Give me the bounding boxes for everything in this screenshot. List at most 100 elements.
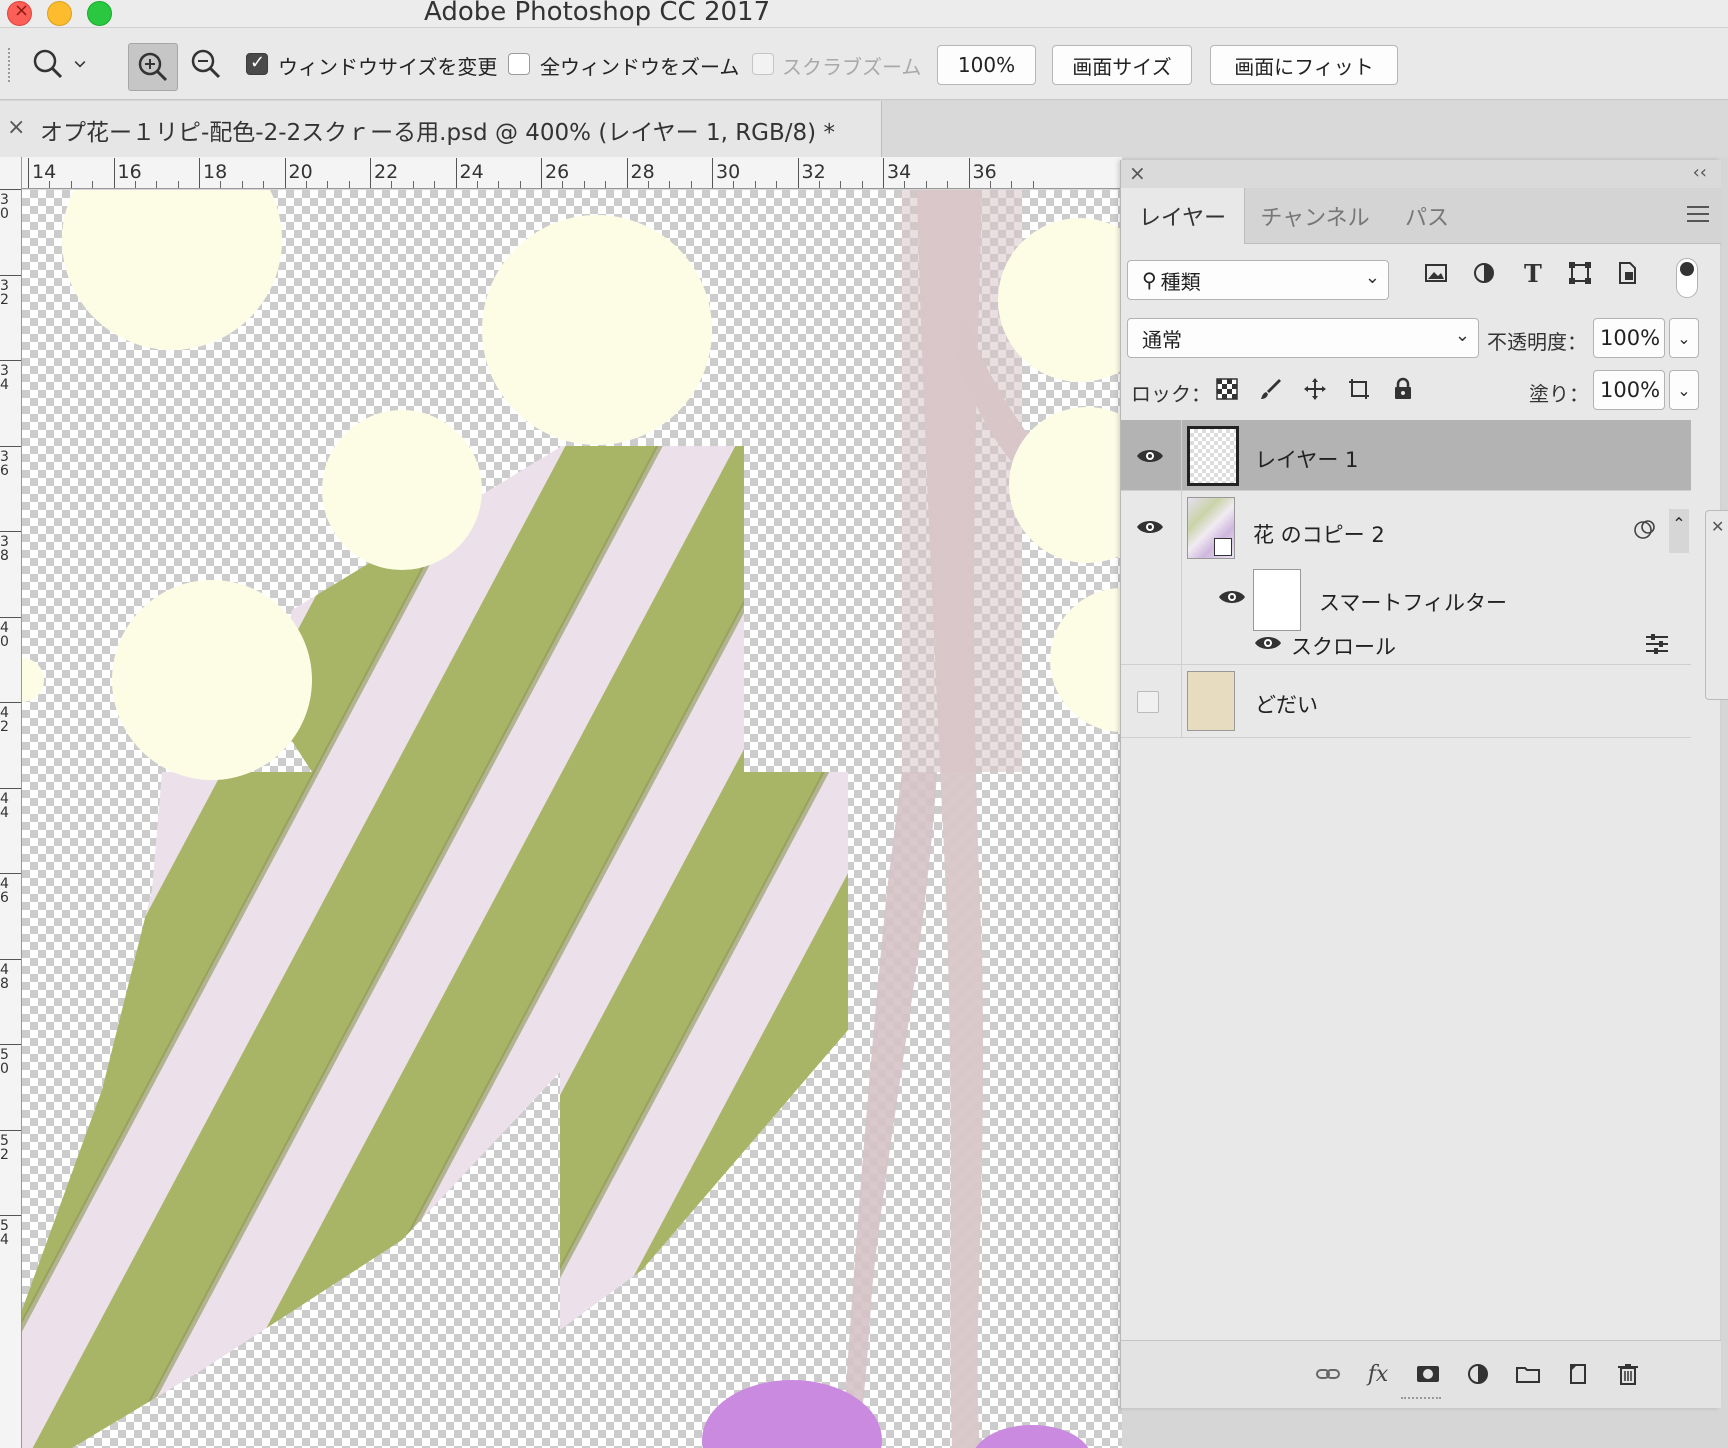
eye-icon[interactable]: [1135, 517, 1165, 537]
ruler-major-tick: [199, 158, 200, 188]
ruler-minor-tick: [669, 181, 671, 188]
scrubby-zoom-checkbox[interactable]: [752, 53, 774, 75]
dot: [62, 190, 282, 350]
collapsed-panel-strip[interactable]: ✕: [1705, 510, 1728, 700]
options-bar-grip[interactable]: [8, 48, 12, 82]
visibility-toggle-off[interactable]: [1137, 691, 1159, 713]
ruler-minor-tick: [348, 181, 350, 188]
layers-list: レイヤー 1 花 のコピー 2 ⌃ スマートフィルター スクロール どだい: [1121, 420, 1691, 1320]
new-group-folder-icon[interactable]: [1511, 1357, 1545, 1391]
close-icon[interactable]: ✕: [1711, 517, 1724, 536]
leaf-lower-left: [22, 772, 562, 1448]
smart-filter-badge-icon[interactable]: [1633, 517, 1657, 541]
ruler-tick-label: 18: [203, 161, 228, 183]
fill-dropdown[interactable]: ⌄: [1669, 370, 1699, 410]
close-panel-icon[interactable]: ×: [1129, 161, 1146, 185]
ruler-tick-label: 28: [630, 161, 655, 183]
lock-all-icon[interactable]: [1389, 375, 1417, 403]
horizontal-ruler[interactable]: 14 16 18 20 22 24 26 28 30 32 34 36: [22, 157, 1122, 189]
layer-filter-kind[interactable]: ⚲ 種類 ⌄: [1127, 260, 1389, 300]
tab-paths[interactable]: パス: [1385, 188, 1469, 244]
fit-screen-button[interactable]: 画面にフィット: [1210, 45, 1398, 85]
chevron-down-icon[interactable]: [68, 44, 92, 84]
ruler-tick-label: 5 0: [0, 1047, 9, 1077]
ruler-tick-label: 34: [887, 161, 912, 183]
eye-icon[interactable]: [1253, 633, 1283, 653]
layer-filter-kind-value: 種類: [1160, 269, 1201, 294]
filter-mask-thumbnail: [1253, 569, 1301, 631]
lock-move-icon[interactable]: [1301, 375, 1329, 403]
document-tab[interactable]: × オプ花ー１リピ-配色-2-2スクｒーる用.psd @ 400% (レイヤー …: [0, 101, 882, 157]
panel-resize-grip[interactable]: [1401, 1397, 1441, 1405]
vertical-ruler[interactable]: 3 0 3 2 3 4 3 6 3 8 4 0 4 2 4 4 4 6 4 8 5 0 5 2 5 4: [0, 157, 22, 1448]
zoom-in-button[interactable]: [128, 43, 178, 91]
panel-menu-icon[interactable]: [1687, 206, 1709, 222]
zoom-all-windows-checkbox[interactable]: [508, 53, 530, 75]
eye-icon[interactable]: [1217, 587, 1247, 607]
new-layer-icon[interactable]: [1561, 1357, 1595, 1391]
ruler-tick-label: 4 2: [0, 705, 9, 735]
tab-layers[interactable]: レイヤー: [1121, 188, 1245, 244]
zoom-100-button[interactable]: 100%: [937, 45, 1036, 85]
leaf-upper-right: [560, 446, 744, 772]
adjustment-filter-icon[interactable]: [1469, 258, 1499, 288]
add-mask-icon[interactable]: [1411, 1357, 1445, 1391]
smart-object-filter-icon[interactable]: [1613, 258, 1643, 288]
document-title: オプ花ー１リピ-配色-2-2スクｒーる用.psd @ 400% (レイヤー 1,…: [40, 120, 835, 146]
collapse-panel-icon[interactable]: ‹‹: [1693, 162, 1707, 183]
title-bar: Adobe Photoshop CC 2017: [0, 0, 1728, 28]
ruler-minor-tick: [733, 181, 735, 188]
opacity-dropdown[interactable]: ⌄: [1669, 318, 1699, 358]
document-canvas[interactable]: [22, 190, 1122, 1448]
blend-mode-value: 通常: [1142, 327, 1182, 352]
layer-row-base[interactable]: どだい: [1121, 665, 1691, 738]
tab-channels[interactable]: チャンネル: [1245, 188, 1385, 244]
lock-transparent-icon[interactable]: [1213, 375, 1241, 403]
ruler-minor-tick: [327, 181, 329, 188]
fit-screen-size-button[interactable]: 画面サイズ: [1052, 45, 1192, 85]
panel-header: × ‹‹: [1121, 160, 1721, 188]
options-bar: ウィンドウサイズを変更 全ウィンドウをズーム スクラブズーム 100% 画面サイ…: [0, 28, 1728, 100]
ruler-major-tick: [0, 1044, 21, 1045]
zoom-out-button[interactable]: [186, 44, 226, 84]
ruler-tick-label: 3 4: [0, 363, 9, 393]
fill-input[interactable]: 100%: [1593, 370, 1665, 410]
layer-name: レイヤー 1: [1255, 448, 1359, 472]
collapse-effects-icon[interactable]: ⌃: [1669, 509, 1689, 553]
ruler-major-tick: [0, 616, 21, 618]
close-document-icon[interactable]: ×: [7, 115, 25, 140]
lock-artboard-icon[interactable]: [1345, 375, 1373, 403]
fx-icon[interactable]: fx: [1361, 1357, 1395, 1391]
ruler-tick-label: 20: [288, 161, 313, 183]
layer-thumbnail: [1187, 497, 1235, 559]
adjustment-layer-icon[interactable]: [1461, 1357, 1495, 1391]
filter-blending-options-icon[interactable]: [1643, 631, 1671, 657]
ruler-minor-tick: [177, 181, 179, 188]
ruler-minor-tick: [925, 181, 927, 188]
ruler-minor-tick: [498, 181, 500, 188]
ruler-minor-tick: [583, 181, 585, 188]
filter-toggle-switch[interactable]: [1676, 258, 1698, 298]
ruler-major-tick: [0, 702, 21, 703]
ruler-minor-tick: [305, 181, 307, 188]
eye-icon[interactable]: [1135, 446, 1165, 466]
layer-row-smart-object[interactable]: 花 のコピー 2 ⌃ スマートフィルター スクロール: [1121, 491, 1691, 665]
blend-mode-select[interactable]: 通常 ⌄: [1127, 318, 1479, 358]
zoom-tool-preset-icon[interactable]: [28, 44, 68, 84]
type-filter-icon[interactable]: T: [1517, 258, 1547, 288]
resize-windows-checkbox[interactable]: [246, 52, 268, 75]
ruler-minor-tick: [49, 181, 51, 188]
ruler-major-tick: [0, 958, 21, 960]
ruler-major-tick: [0, 360, 21, 361]
lock-brush-icon[interactable]: [1257, 375, 1285, 403]
layer-row-layer1[interactable]: レイヤー 1: [1121, 420, 1691, 491]
ruler-major-tick: [370, 158, 371, 188]
image-filter-icon[interactable]: [1421, 258, 1451, 288]
layer-thumbnail: [1187, 426, 1239, 486]
shape-filter-icon[interactable]: [1565, 258, 1595, 288]
opacity-input[interactable]: 100%: [1593, 318, 1665, 358]
trash-icon[interactable]: [1611, 1357, 1645, 1391]
ruler-minor-tick: [947, 181, 949, 188]
lock-label: ロック：: [1131, 382, 1211, 406]
link-layers-icon[interactable]: [1311, 1357, 1345, 1391]
